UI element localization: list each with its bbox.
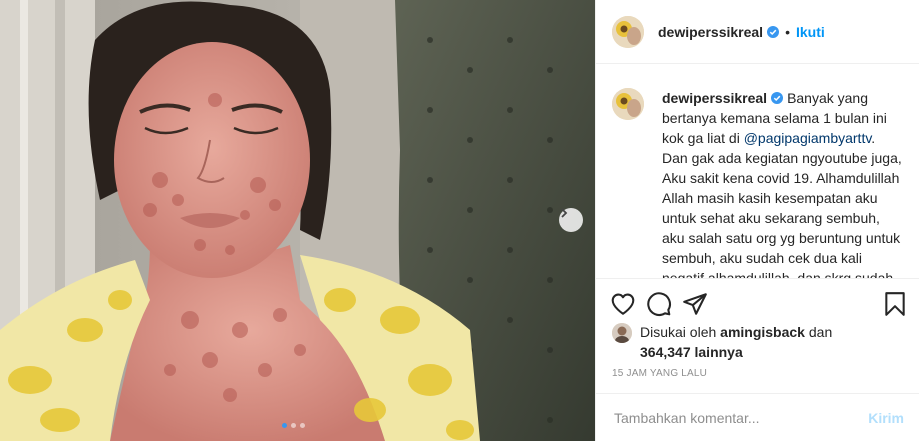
post-caption: dewiperssikreal Banyak yang bertanya kema… [596,65,919,278]
avatar[interactable] [612,88,644,120]
avatar[interactable] [612,15,644,48]
carousel-dot [282,423,287,428]
likes-text: Disukai oleh amingisback dan 364,347 lai… [640,322,832,362]
add-comment-section: Kirim [596,393,919,441]
heart-icon[interactable] [610,291,636,317]
caption-body-continued: . Dan gak ada kegiatan ngyoutube juga, A… [662,130,902,278]
post-header: dewiperssikreal • Ikuti [596,0,919,64]
carousel-indicator [282,423,305,428]
verified-badge-icon [767,25,780,38]
caption-username[interactable]: dewiperssikreal [662,90,767,106]
avatar[interactable] [612,323,632,343]
post-side-panel: dewiperssikreal • Ikuti dewiperssikreal B… [595,0,919,441]
header-separator: • [785,23,790,40]
follow-button[interactable]: Ikuti [796,24,825,40]
verified-badge-icon [771,92,784,104]
post-photo[interactable] [0,0,595,441]
chevron-right-icon [561,208,568,218]
likes-count[interactable]: 364,347 [640,344,691,360]
post-comment-button[interactable]: Kirim [868,410,904,426]
carousel-dot [291,423,296,428]
instagram-post: dewiperssikreal • Ikuti dewiperssikreal B… [0,0,919,441]
author-username[interactable]: dewiperssikreal [658,24,763,40]
likes-suffix[interactable]: lainnya [695,344,743,360]
caption-mention-link[interactable]: @pagipagiambyarttv [744,130,872,146]
comment-icon[interactable] [646,291,672,317]
action-bar [596,278,919,326]
bookmark-icon[interactable] [882,291,908,317]
likes-and: dan [808,324,833,340]
post-timestamp[interactable]: 15 JAM YANG LALU [612,368,707,379]
photo-illustration [0,0,595,441]
liker-username[interactable]: amingisback [720,324,805,340]
likes-prefix: Disukai oleh [640,324,717,340]
likes-summary: Disukai oleh amingisback dan 364,347 lai… [612,322,832,362]
comment-input[interactable] [612,408,856,427]
carousel-next-button[interactable] [559,208,583,232]
share-icon[interactable] [682,291,708,317]
caption-text: dewiperssikreal Banyak yang bertanya kema… [662,88,904,278]
carousel-dot [300,423,305,428]
